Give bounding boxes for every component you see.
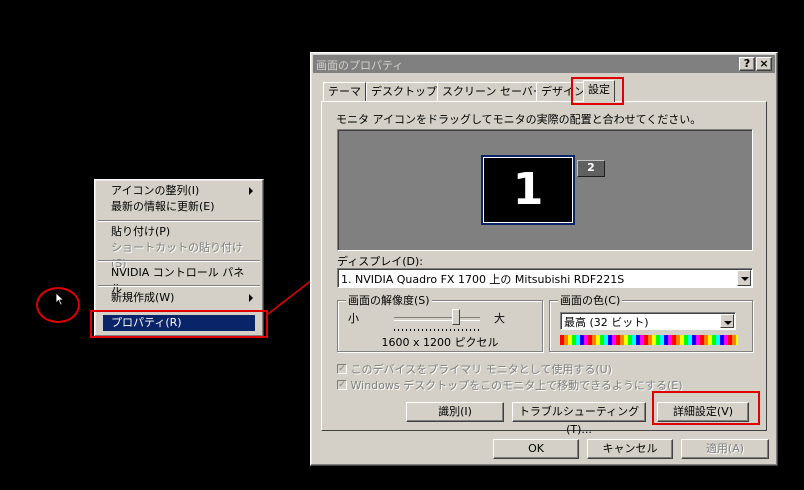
menu-separator: [98, 285, 260, 287]
advanced-button-highlight-box: [652, 391, 760, 425]
resolution-min-label: 小: [348, 312, 359, 325]
display-properties-dialog: 画面のプロパティ ? × テーマ デスクトップ スクリーン セーバー デザイン …: [310, 52, 778, 466]
close-icon: ×: [759, 57, 769, 70]
tab-label: デスクトップ: [371, 85, 437, 98]
help-icon: ?: [743, 57, 751, 70]
help-button[interactable]: ?: [739, 57, 755, 71]
primary-monitor-checkbox-row: ✓ このデバイスをプライマリ モニタとして使用する(U): [337, 361, 612, 377]
display-select-value: 1. NVIDIA Quadro FX 1700 上の Mitsubishi R…: [341, 273, 625, 286]
primary-monitor-checkbox: ✓: [337, 364, 347, 374]
ok-button[interactable]: OK: [493, 439, 579, 459]
troubleshoot-button[interactable]: トラブルシューティング(T)...: [512, 402, 646, 436]
extend-desktop-checkbox-label: Windows デスクトップをこのモニタ上で移動できるようにする(E): [350, 379, 683, 392]
tab-label: スクリーン セーバー: [442, 85, 544, 98]
resolution-value: 1600 x 1200 ピクセル: [381, 336, 499, 349]
tab-themes[interactable]: テーマ: [323, 82, 366, 102]
menu-item-paste[interactable]: 貼り付け(P): [103, 224, 255, 240]
monitor-1-number: 1: [512, 164, 544, 215]
color-quality-value: 最高 (32 ビット): [564, 316, 649, 329]
instruction-text: モニタ アイコンをドラッグしてモニタの実際の配置と合わせてください。: [336, 113, 702, 126]
menu-separator: [98, 260, 260, 262]
tab-strip: テーマ デスクトップ スクリーン セーバー デザイン 設定: [321, 80, 771, 102]
title-bar[interactable]: 画面のプロパティ ? ×: [313, 55, 775, 73]
chevron-down-icon[interactable]: [737, 270, 751, 286]
menu-item-label: 貼り付け(P): [111, 225, 171, 238]
menu-item-refresh[interactable]: 最新の情報に更新(E): [103, 199, 255, 215]
monitor-2-number: 2: [587, 161, 595, 174]
button-label: OK: [528, 442, 544, 455]
submenu-arrow-icon: [249, 294, 253, 302]
resolution-group: 画面の解像度(S) 小 大 1600 x 1200 ピクセル: [337, 294, 543, 352]
monitor-2[interactable]: 2: [577, 160, 605, 177]
resolution-slider-track[interactable]: [394, 317, 480, 321]
color-quality-legend: 画面の色(C): [558, 294, 623, 307]
monitor-arrangement-area[interactable]: 1 2: [337, 129, 753, 251]
display-select[interactable]: 1. NVIDIA Quadro FX 1700 上の Mitsubishi R…: [337, 268, 753, 288]
button-label: 適用(A): [705, 442, 745, 455]
chevron-down-icon[interactable]: [720, 314, 734, 328]
tab-label: テーマ: [328, 85, 361, 98]
tab-desktop[interactable]: デスクトップ: [366, 82, 442, 102]
color-quality-group: 画面の色(C) 最高 (32 ビット): [549, 294, 753, 352]
extend-desktop-checkbox-row: ✓ Windows デスクトップをこのモニタ上で移動できるようにする(E): [337, 377, 683, 393]
extend-desktop-checkbox: ✓: [337, 380, 347, 390]
button-label: 識別(I): [438, 405, 472, 418]
display-label: ディスプレイ(D):: [337, 255, 423, 268]
color-quality-select[interactable]: 最高 (32 ビット): [560, 312, 736, 330]
menu-item-new[interactable]: 新規作成(W): [103, 290, 255, 306]
identify-button[interactable]: 識別(I): [406, 402, 504, 422]
settings-tab-highlight-box: [571, 77, 624, 105]
menu-separator: [98, 220, 260, 222]
menu-item-nvidia-control-panel[interactable]: NVIDIA コントロール パネル: [103, 265, 255, 295]
button-label: トラブルシューティング(T)...: [518, 405, 640, 436]
button-label: キャンセル: [602, 442, 658, 455]
resolution-max-label: 大: [494, 312, 505, 325]
properties-highlight-box: [90, 310, 268, 338]
primary-monitor-checkbox-label: このデバイスをプライマリ モニタとして使用する(U): [350, 363, 612, 376]
submenu-arrow-icon: [249, 187, 253, 195]
apply-button: 適用(A): [681, 439, 769, 459]
menu-item-paste-shortcut: ショートカットの貼り付け(S): [103, 240, 255, 270]
close-button[interactable]: ×: [756, 57, 772, 71]
settings-tab-panel: モニタ アイコンをドラッグしてモニタの実際の配置と合わせてください。 1 2 デ…: [321, 101, 767, 436]
mouse-pointer-icon: [55, 292, 65, 306]
resolution-slider-thumb[interactable]: [451, 309, 460, 325]
color-spectrum-bar: [560, 335, 738, 345]
menu-item-arrange-icons[interactable]: アイコンの整列(I): [103, 183, 255, 199]
menu-item-label: 新規作成(W): [111, 291, 175, 304]
tab-screensaver[interactable]: スクリーン セーバー: [437, 82, 549, 102]
resolution-legend: 画面の解像度(S): [346, 294, 432, 307]
dialog-title: 画面のプロパティ: [316, 59, 404, 72]
cancel-button[interactable]: キャンセル: [587, 439, 673, 459]
menu-item-label: 最新の情報に更新(E): [111, 200, 215, 213]
menu-item-label: アイコンの整列(I): [111, 184, 200, 197]
monitor-1[interactable]: 1: [481, 155, 575, 225]
resolution-slider-ticks: [394, 329, 480, 331]
